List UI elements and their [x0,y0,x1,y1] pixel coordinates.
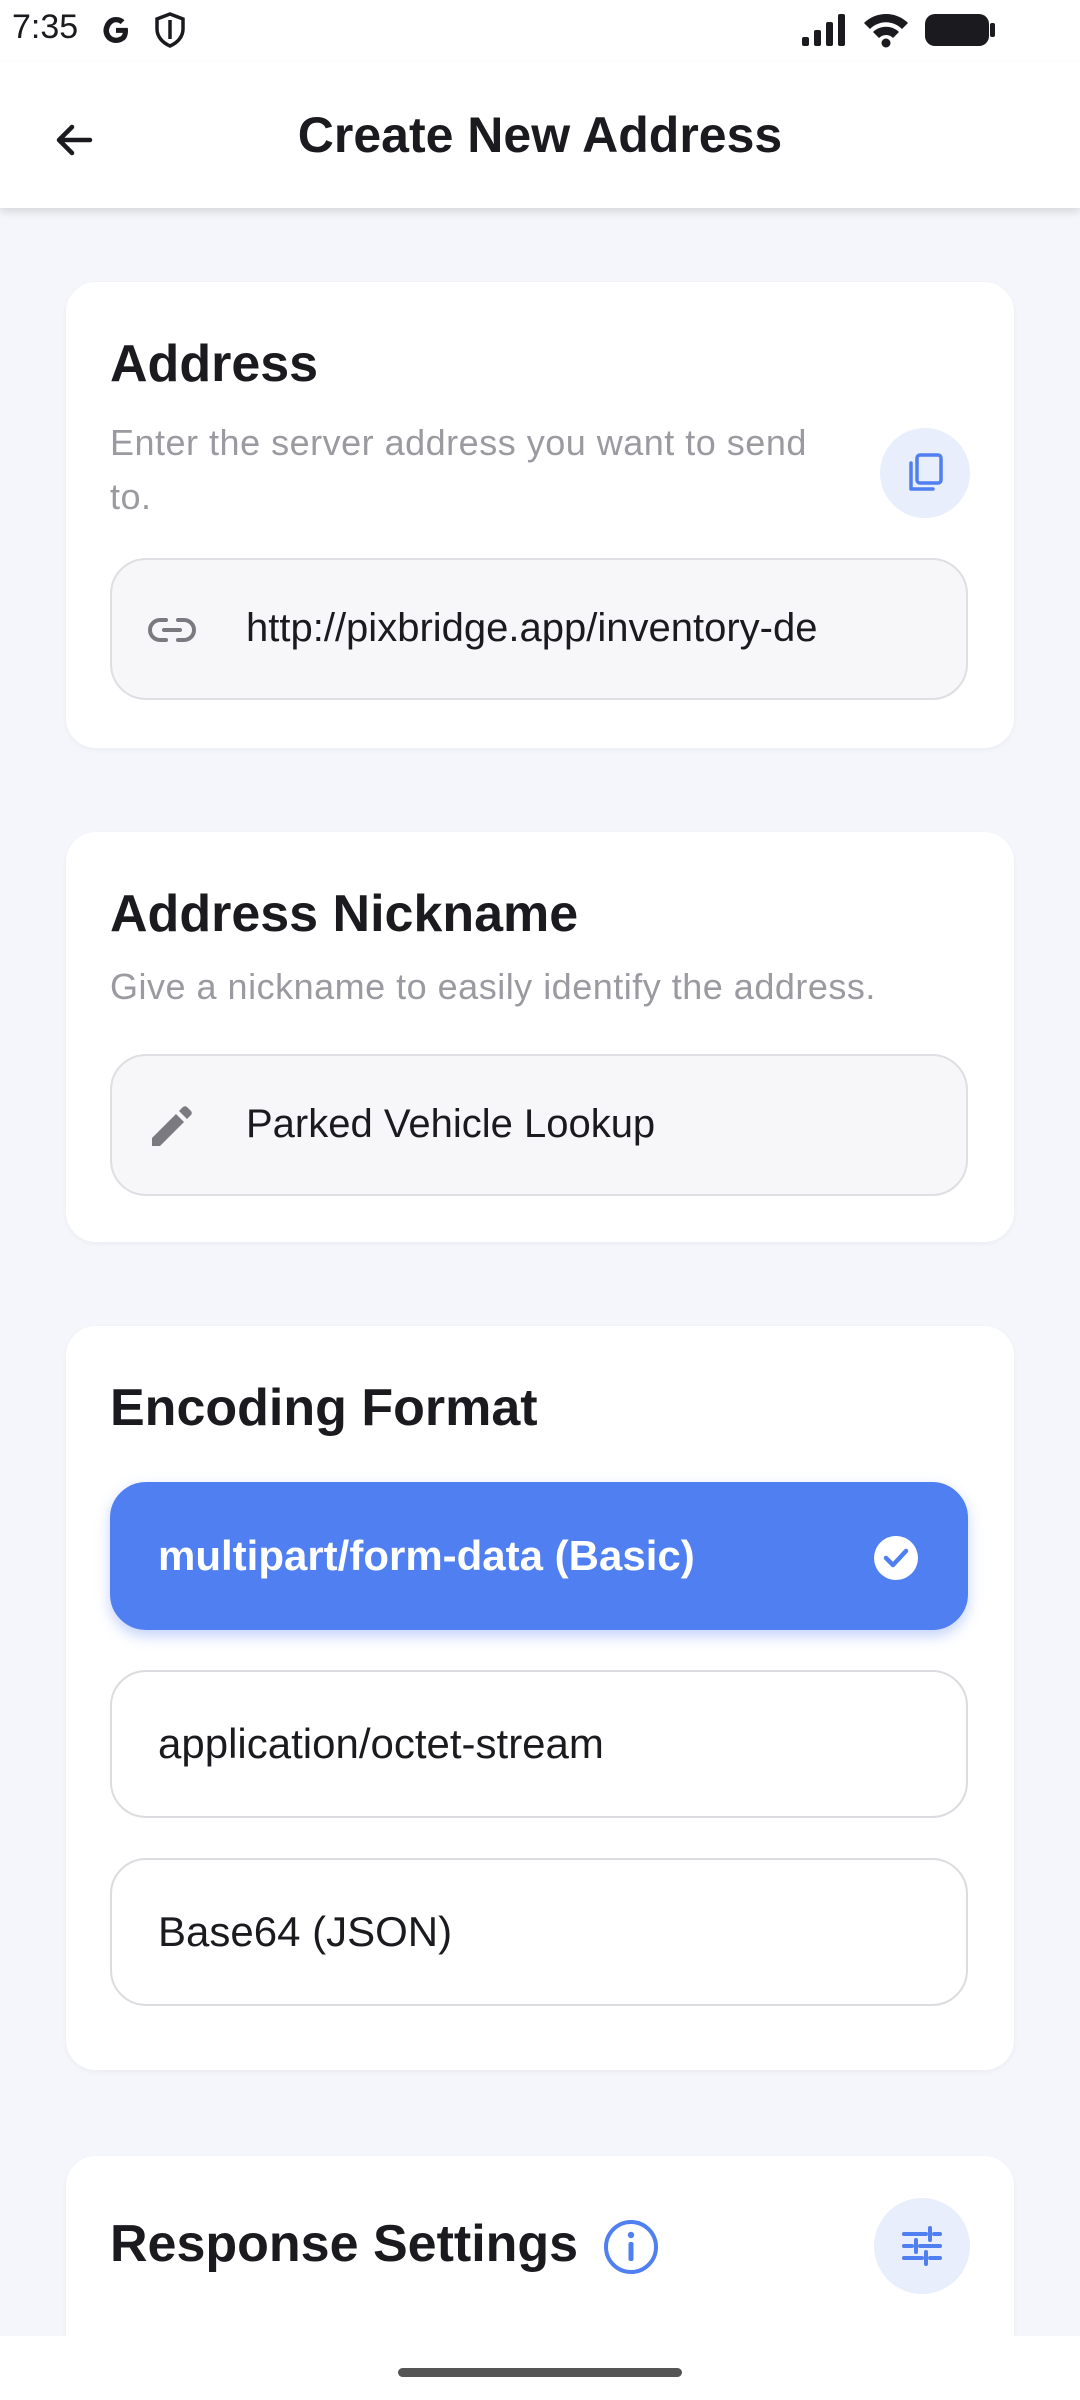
status-time: 7:35 [12,8,79,46]
nickname-value: Parked Vehicle Lookup [246,1102,656,1146]
app-bar: Create New Address [0,62,1080,208]
address-value: http://pixbridge.app/inventory-de [246,606,818,650]
signal-icon [802,14,845,46]
encoding-option-multipart[interactable]: multipart/form-data (Basic) [110,1482,968,1630]
info-icon[interactable] [602,2218,660,2276]
address-input[interactable]: http://pixbridge.app/inventory-de [110,558,968,700]
tune-button[interactable] [874,2198,970,2294]
address-title: Address [110,335,319,393]
nickname-input[interactable]: Parked Vehicle Lookup [110,1054,968,1196]
encoding-option-base64[interactable]: Base64 (JSON) [110,1858,968,2006]
link-icon [148,618,196,642]
copy-icon [909,453,943,491]
tune-icon [902,2226,942,2266]
address-card: Address Enter the server address you wan… [66,282,1014,748]
google-icon [103,17,128,43]
response-settings-card: Response Settings [66,2156,1014,2356]
home-indicator[interactable] [398,2368,682,2377]
pencil-icon [152,1106,192,1146]
encoding-card: Encoding Format multipart/form-data (Bas… [66,1326,1014,2070]
encoding-title: Encoding Format [110,1379,538,1437]
check-circle-icon [874,1536,918,1580]
nickname-card: Address Nickname Give a nickname to easi… [66,832,1014,1242]
copy-button[interactable] [880,428,970,518]
battery-icon [925,14,995,46]
wifi-icon [864,14,908,48]
page-title: Create New Address [297,107,783,163]
option-label: application/octet-stream [158,1720,604,1767]
encoding-option-octet-stream[interactable]: application/octet-stream [110,1670,968,1818]
status-bar: 7:35 [0,0,1080,62]
address-description: Enter the server address you want to sen… [110,422,807,517]
nickname-description: Give a nickname to easily identify the a… [110,966,876,1007]
option-label: Base64 (JSON) [158,1908,453,1955]
nickname-title: Address Nickname [110,885,579,943]
shield-icon [155,12,185,48]
response-settings-title: Response Settings [110,2215,579,2273]
option-label: multipart/form-data (Basic) [158,1532,695,1579]
